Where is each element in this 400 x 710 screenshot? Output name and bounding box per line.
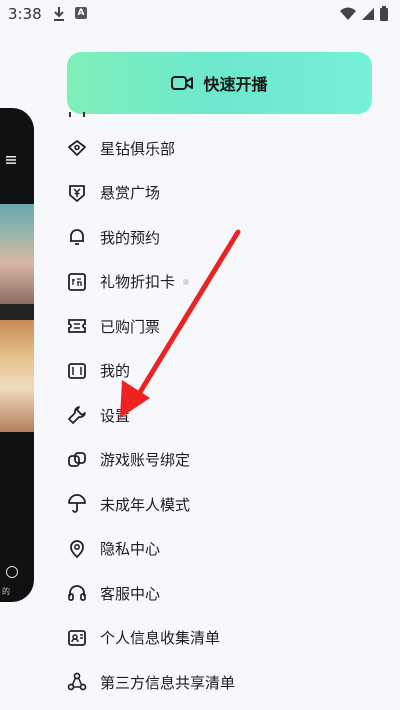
menu-item-label: 礼物折扣卡 [100,273,176,292]
menu-item-label: 星钻俱乐部 [100,139,176,158]
link-icon [66,449,88,471]
menu-item-minor-mode[interactable]: 未成年人模式 [66,482,386,527]
wrench-icon [66,404,88,426]
umbrella-icon [66,493,88,515]
bell-icon [66,226,88,248]
discount-card-icon [66,271,88,293]
headset-icon [66,582,88,604]
menu-item-label: 游戏账号绑定 [100,451,191,470]
menu-item-game-account-binding[interactable]: 游戏账号绑定 [66,438,386,483]
menu-item-purchased-tickets[interactable]: 已购门票 [66,304,386,349]
menu-item-label: 设置 [100,406,131,425]
menu-item-label: 第三方信息共享清单 [100,673,236,692]
menu-item-label: 我的 [100,362,131,381]
menu-item-bounty-square[interactable]: 悬赏广场 [66,171,386,216]
menu-item-label: 隐私中心 [100,540,161,559]
menu-item-label: 我的预约 [100,228,161,247]
bounty-shield-icon [66,182,88,204]
share-nodes-icon [66,671,88,693]
settings-menu: 星钻俱乐部 悬赏广场 我的预约 礼物折扣卡 已购门票 我的 设置 游戏账号绑定 … [66,104,386,705]
stream-thumbnail [0,320,34,432]
menu-item-star-diamond-club[interactable]: 星钻俱乐部 [66,126,386,171]
ticket-icon [66,315,88,337]
menu-item-label: 悬赏广场 [100,184,161,203]
divider [0,304,34,320]
menu-item-my-reservations[interactable]: 我的预约 [66,215,386,260]
side-panel-caption: 的 [2,587,10,596]
menu-item-label: 已购门票 [100,317,161,336]
new-badge-dot [183,278,190,285]
wallet-icon [66,360,88,382]
menu-item-label: 未成年人模式 [100,495,191,514]
partial-icon [66,104,88,126]
menu-item-my-wallet[interactable]: 我的 [66,349,386,394]
download-icon [54,7,64,21]
background-page-preview[interactable]: 的 [0,108,34,602]
status-time: 3:38 [8,5,42,23]
wifi-battery-icon [340,6,388,21]
app-notification-icon: A [75,7,87,19]
menu-item-third-party-sharing-list[interactable]: 第三方信息共享清单 [66,660,386,705]
quick-start-live-label: 快速开播 [203,75,268,94]
status-bar: 3:38 A [0,0,400,28]
menu-item-label: 个人信息收集清单 [100,629,221,648]
video-camera-icon [171,76,194,90]
menu-item-personal-info-list[interactable]: 个人信息收集清单 [66,616,386,661]
menu-item-customer-service[interactable]: 客服中心 [66,571,386,616]
stream-thumbnail [0,204,34,304]
menu-item-privacy-center[interactable]: 隐私中心 [66,527,386,572]
diamond-icon [66,137,88,159]
menu-item-label: 客服中心 [100,584,161,603]
menu-item-settings[interactable]: 设置 [66,393,386,438]
id-card-icon [66,627,88,649]
location-shield-icon [66,538,88,560]
menu-icon [6,156,16,164]
menu-item-gift-discount-card[interactable]: 礼物折扣卡 [66,260,386,305]
play-icon [6,566,18,578]
menu-item-partial[interactable] [66,104,386,126]
